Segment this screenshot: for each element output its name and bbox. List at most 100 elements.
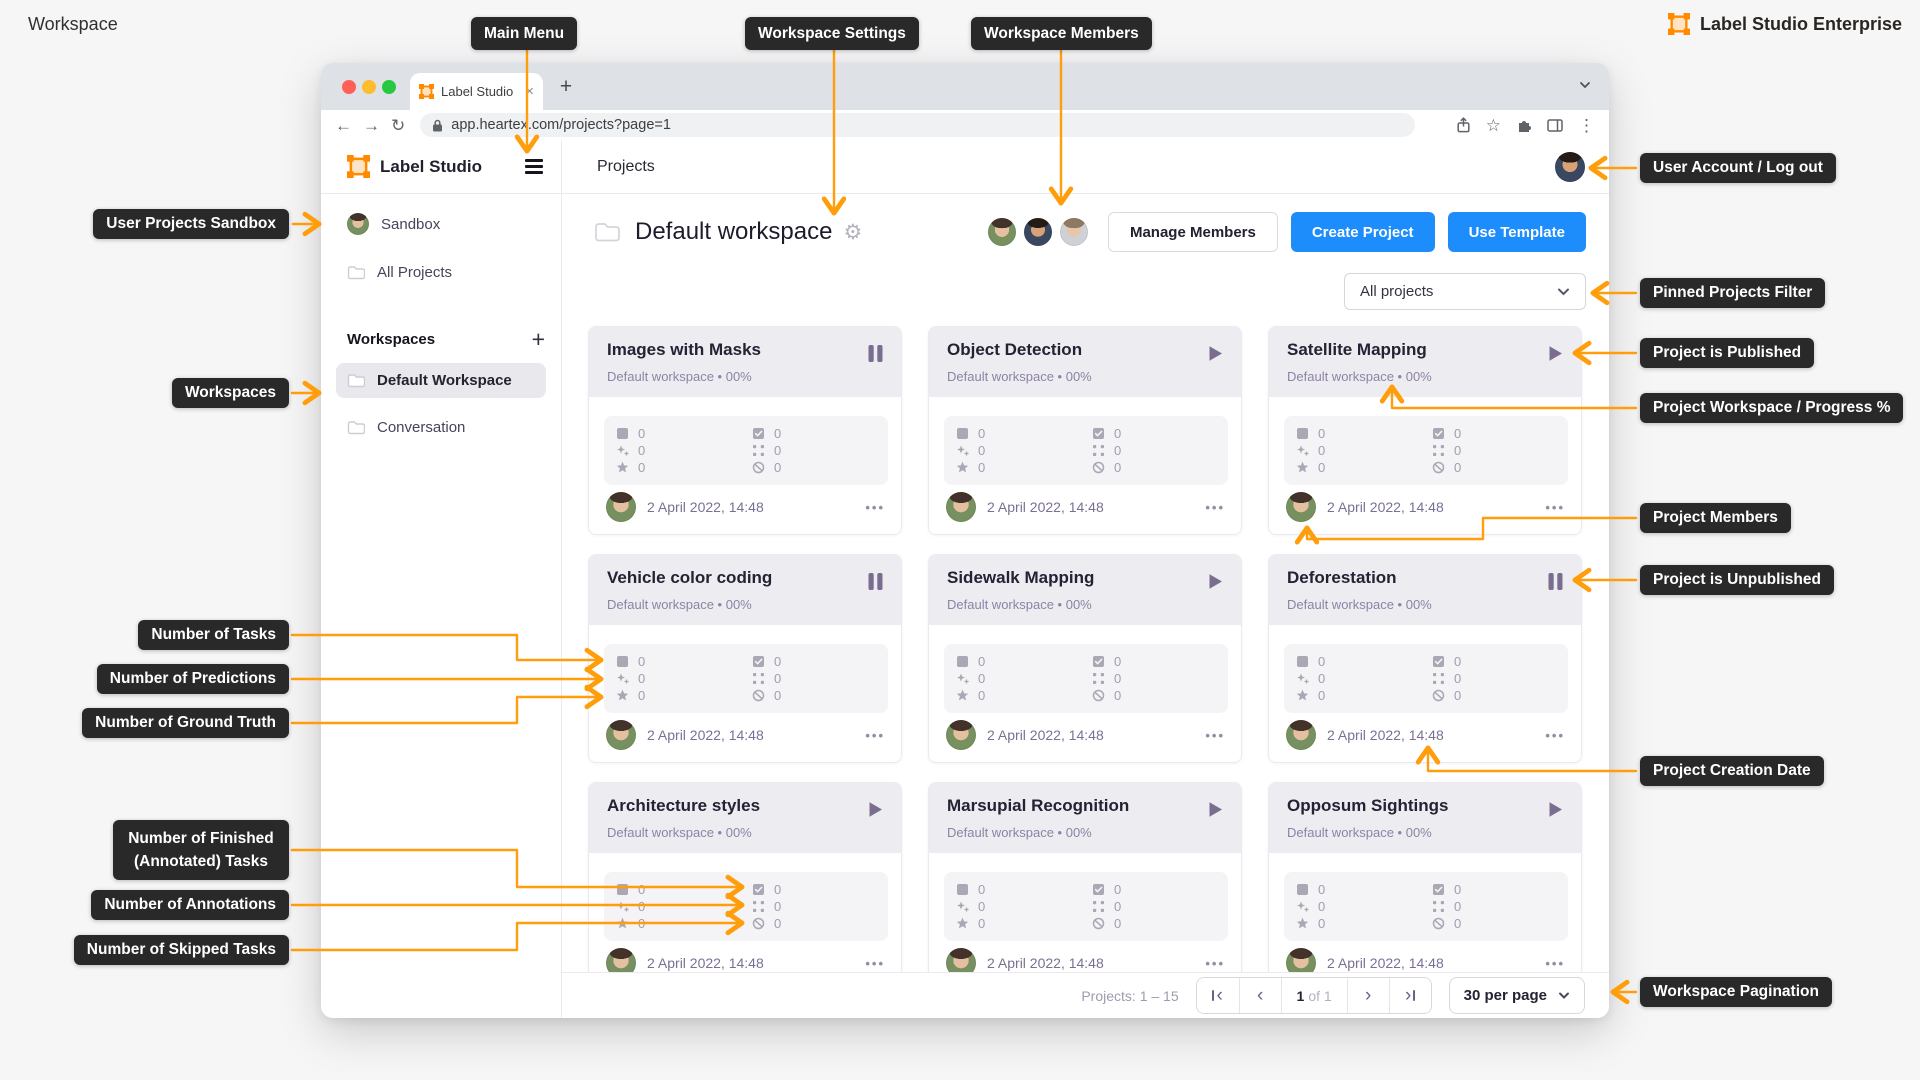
current-page: 1 — [1296, 987, 1305, 1004]
breadcrumb-projects: Projects — [597, 157, 655, 175]
annotations-count: 0 — [1454, 899, 1462, 914]
ground-truth-count: 0 — [638, 688, 646, 703]
tasks-count: 0 — [638, 654, 646, 669]
page-indicator: 1 of 1 — [1280, 978, 1347, 1013]
skipped-count: 0 — [1454, 916, 1462, 931]
project-title: Images with Masks — [607, 340, 762, 359]
finished-count: 0 — [774, 882, 782, 897]
bookmark-star-icon[interactable]: ☆ — [1486, 117, 1501, 134]
predictions-sparkle-icon — [1297, 673, 1309, 684]
stat-tasks: 0 — [616, 653, 752, 670]
project-menu-kebab-icon[interactable]: ••• — [1205, 956, 1225, 971]
share-icon[interactable] — [1456, 117, 1471, 133]
callout-pinned-projects-filter: Pinned Projects Filter — [1640, 278, 1826, 308]
project-card-header: Marsupial Recognition Default workspace … — [929, 783, 1241, 853]
address-bar[interactable]: app.heartex.com/projects?page=1 — [420, 113, 1416, 137]
create-project-button[interactable]: Create Project — [1290, 212, 1435, 252]
page-title: Workspace — [28, 14, 118, 34]
workspace-member-avatars[interactable] — [982, 216, 1090, 248]
skipped-count: 0 — [774, 916, 782, 931]
project-card[interactable]: Images with Masks Default workspace • 00… — [588, 326, 902, 535]
stat-predictions: 0 — [956, 670, 1092, 687]
project-card[interactable]: Architecture styles Default workspace • … — [588, 782, 902, 991]
next-page-button[interactable]: › — [1346, 978, 1389, 1013]
maximize-window-button[interactable] — [382, 80, 396, 94]
finished-count: 0 — [1114, 426, 1122, 441]
tab-close-icon[interactable]: × — [525, 84, 534, 99]
callout-number-of-predictions: Number of Predictions — [96, 664, 289, 694]
predictions-sparkle-icon — [1297, 901, 1309, 912]
manage-members-button[interactable]: Manage Members — [1107, 212, 1278, 252]
sidebar-item-default-workspace[interactable]: Default Workspace — [336, 363, 546, 398]
use-template-button[interactable]: Use Template — [1447, 212, 1586, 252]
close-window-button[interactable] — [342, 80, 356, 94]
project-menu-kebab-icon[interactable]: ••• — [1545, 956, 1565, 971]
ground-truth-star-icon — [1296, 689, 1309, 701]
project-menu-kebab-icon[interactable]: ••• — [1205, 728, 1225, 743]
member-avatar — [985, 216, 1018, 248]
stat-annotations: 0 — [752, 898, 888, 915]
sidebar-item-all-projects[interactable]: All Projects — [321, 254, 561, 290]
ground-truth-star-icon — [956, 917, 969, 929]
play-icon — [1208, 573, 1223, 595]
annotations-corners-icon — [753, 901, 764, 912]
annotations-corners-icon — [1433, 445, 1444, 456]
stat-skipped: 0 — [752, 687, 888, 704]
user-account-avatar[interactable] — [1555, 151, 1585, 182]
pinned-projects-filter[interactable]: All projects — [1344, 273, 1586, 310]
project-menu-kebab-icon[interactable]: ••• — [1545, 500, 1565, 515]
app-header-logo-area: Label Studio — [321, 140, 562, 193]
reload-icon[interactable]: ↻ — [391, 117, 405, 134]
project-card[interactable]: Satellite Mapping Default workspace • 00… — [1268, 326, 1582, 535]
main-menu-hamburger-icon[interactable] — [525, 155, 543, 177]
side-panel-icon[interactable] — [1547, 118, 1563, 132]
extension-puzzle-icon[interactable] — [1516, 117, 1532, 133]
workspace-label: Conversation — [377, 419, 466, 436]
project-title: Sidewalk Mapping — [947, 568, 1095, 587]
project-card[interactable]: Deforestation Default workspace • 00% 0 — [1268, 554, 1582, 763]
tab-strip-chevron-icon[interactable] — [1579, 81, 1591, 89]
tasks-icon — [617, 428, 628, 439]
new-tab-button[interactable]: + — [553, 73, 579, 101]
previous-page-button[interactable]: ‹ — [1238, 978, 1281, 1013]
browser-menu-kebab-icon[interactable]: ⋮ — [1578, 117, 1595, 134]
tasks-count: 0 — [978, 654, 986, 669]
add-workspace-icon[interactable]: + — [532, 327, 545, 351]
browser-toolbar: ← → ↻ app.heartex.com/projects?page=1 ☆ … — [321, 110, 1609, 140]
project-card[interactable]: Vehicle color coding Default workspace •… — [588, 554, 902, 763]
per-page-select[interactable]: 30 per page — [1448, 977, 1585, 1014]
project-menu-kebab-icon[interactable]: ••• — [865, 500, 885, 515]
stat-predictions: 0 — [616, 670, 752, 687]
ground-truth-count: 0 — [1318, 460, 1326, 475]
first-page-button[interactable]: ‹ — [1196, 978, 1239, 1013]
brand-text: Label Studio Enterprise — [1699, 13, 1902, 34]
project-menu-kebab-icon[interactable]: ••• — [865, 956, 885, 971]
project-card[interactable]: Sidewalk Mapping Default workspace • 00%… — [928, 554, 1242, 763]
stat-tasks: 0 — [1296, 425, 1432, 442]
finished-count: 0 — [1114, 882, 1122, 897]
project-card-header: Object Detection Default workspace • 00% — [929, 327, 1241, 397]
project-card-footer: 2 April 2022, 14:48 ••• — [606, 490, 885, 524]
forward-icon[interactable]: → — [363, 117, 380, 134]
project-creator-avatar — [1286, 492, 1316, 522]
project-title: Object Detection — [947, 340, 1083, 359]
project-card[interactable]: Opposum Sightings Default workspace • 00… — [1268, 782, 1582, 991]
project-menu-kebab-icon[interactable]: ••• — [1545, 728, 1565, 743]
tab-favicon — [419, 84, 434, 99]
project-card[interactable]: Marsupial Recognition Default workspace … — [928, 782, 1242, 991]
project-menu-kebab-icon[interactable]: ••• — [1205, 500, 1225, 515]
skipped-count: 0 — [774, 688, 782, 703]
project-creation-date: 2 April 2022, 14:48 — [647, 499, 764, 515]
sidebar-item-sandbox[interactable]: Sandbox — [321, 206, 561, 242]
project-menu-kebab-icon[interactable]: ••• — [865, 728, 885, 743]
last-page-button[interactable]: › — [1388, 978, 1431, 1013]
browser-tab[interactable]: Label Studio × — [410, 73, 543, 110]
workspace-settings-gear-icon[interactable]: ⚙ — [843, 220, 862, 244]
pause-icon — [1548, 573, 1563, 595]
minimize-window-button[interactable] — [362, 80, 376, 94]
back-icon[interactable]: ← — [335, 117, 352, 134]
sidebar-item-conversation[interactable]: Conversation — [336, 410, 546, 445]
skipped-count: 0 — [1114, 460, 1122, 475]
project-card[interactable]: Object Detection Default workspace • 00%… — [928, 326, 1242, 535]
projects-count-summary: Projects: 1 – 15 — [1081, 987, 1179, 1004]
